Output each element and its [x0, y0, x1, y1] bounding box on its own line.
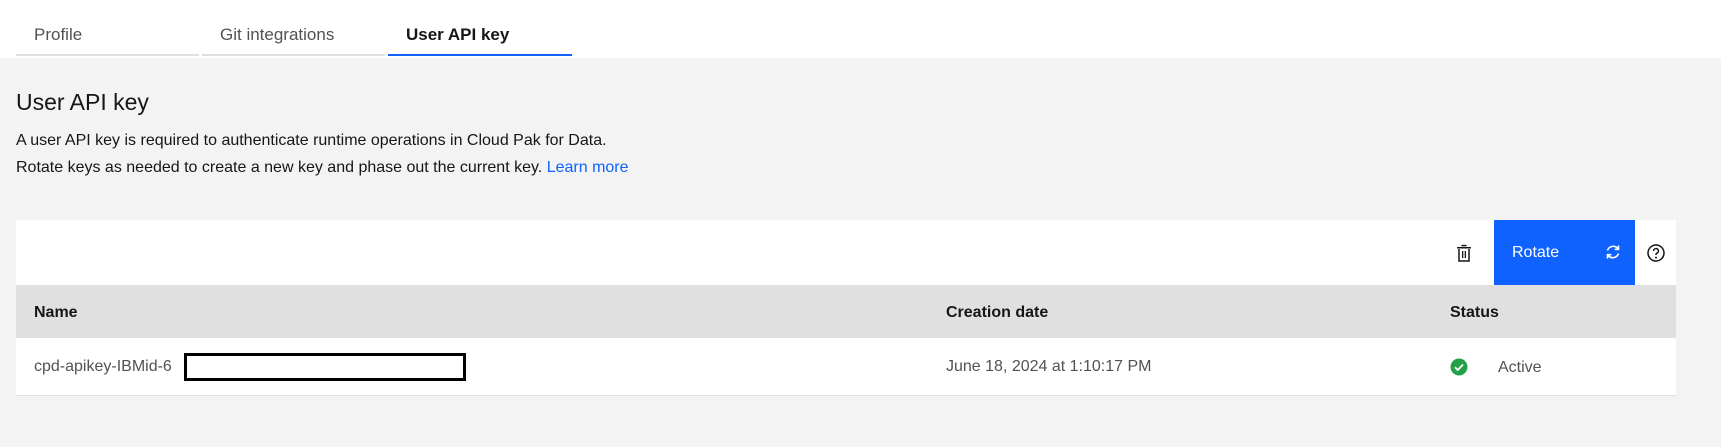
redaction-box	[184, 353, 466, 381]
tab-profile[interactable]: Profile	[16, 0, 199, 56]
description-rotate-text: Rotate keys as needed to create a new ke…	[16, 159, 543, 176]
delete-button[interactable]	[1450, 239, 1478, 267]
page-title: User API key	[16, 89, 149, 115]
description-text-2: Rotate keys as needed to create a new ke…	[16, 158, 629, 178]
rotate-label: Rotate	[1512, 244, 1560, 261]
help-icon[interactable]	[1646, 243, 1666, 263]
table-row: cpd-apikey-IBMid-6 June 18, 2024 at 1:10…	[16, 338, 1676, 395]
column-header-status[interactable]: Status	[1450, 303, 1499, 323]
column-header-creation-date[interactable]: Creation date	[946, 303, 1048, 323]
creation-date-cell: June 18, 2024 at 1:10:17 PM	[946, 358, 1152, 375]
table-toolbar: Rotate	[16, 220, 1676, 285]
trash-icon	[1457, 244, 1471, 262]
column-header-name[interactable]: Name	[34, 303, 78, 323]
renew-icon	[1606, 245, 1620, 259]
rotate-button[interactable]: Rotate	[1494, 220, 1635, 285]
api-key-table: Rotate Name Creation date Status cpd-api…	[16, 220, 1676, 396]
api-key-name: cpd-apikey-IBMid-6	[34, 358, 172, 375]
table-header: Name Creation date Status	[16, 285, 1676, 338]
tab-user-api-key[interactable]: User API key	[388, 0, 572, 56]
tab-git-integrations[interactable]: Git integrations	[202, 0, 385, 56]
tab-bar: Profile Git integrations User API key	[0, 0, 1721, 58]
description-text: A user API key is required to authentica…	[16, 132, 607, 149]
learn-more-link[interactable]: Learn more	[547, 159, 629, 176]
checkmark-filled-icon	[1450, 358, 1468, 376]
status-label: Active	[1498, 359, 1542, 376]
